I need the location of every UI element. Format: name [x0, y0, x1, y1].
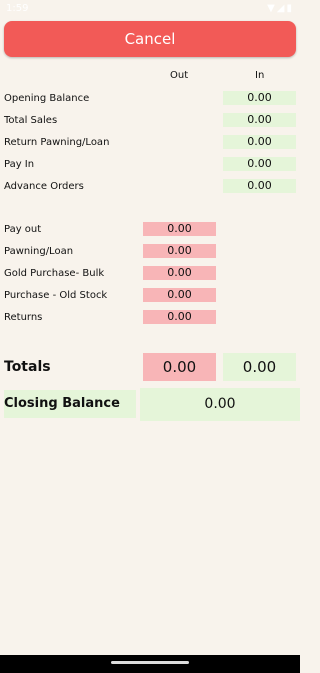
column-header-in: In: [255, 70, 265, 81]
navigation-bar: [0, 655, 300, 673]
closing-balance-value: 0.00: [140, 388, 300, 421]
row-label-return-pawning-loan: Return Pawning/Loan: [4, 137, 110, 148]
row-label-purchase-old-stock: Purchase - Old Stock: [4, 290, 108, 301]
column-header-out: Out: [170, 70, 189, 81]
value-purchase-old-stock: 0.00: [143, 288, 216, 302]
row-label-opening-balance: Opening Balance: [4, 93, 90, 104]
value-total-sales: 0.00: [223, 113, 296, 127]
value-pay-in: 0.00: [223, 157, 296, 171]
home-handle[interactable]: [111, 661, 189, 664]
value-pay-out: 0.00: [143, 222, 216, 236]
row-label-pawning-loan: Pawning/Loan: [4, 246, 74, 257]
row-label-gold-purchase-bulk: Gold Purchase- Bulk: [4, 268, 105, 279]
value-opening-balance: 0.00: [223, 91, 296, 105]
value-pawning-loan: 0.00: [143, 244, 216, 258]
row-label-pay-in: Pay In: [4, 159, 35, 170]
cancel-button[interactable]: Cancel: [4, 21, 296, 57]
row-label-pay-out: Pay out: [4, 224, 42, 235]
status-bar: 1:59 ▼◢▮: [0, 0, 300, 18]
row-label-returns: Returns: [4, 312, 43, 323]
totals-label: Totals: [4, 359, 51, 375]
total-in-value: 0.00: [223, 353, 296, 381]
row-label-total-sales: Total Sales: [4, 115, 58, 126]
value-advance-orders: 0.00: [223, 179, 296, 193]
row-label-advance-orders: Advance Orders: [4, 181, 84, 192]
total-out-value: 0.00: [143, 353, 216, 381]
closing-balance-label: Closing Balance: [4, 390, 136, 418]
value-returns: 0.00: [143, 310, 216, 324]
status-time: 1:59: [6, 3, 29, 14]
value-gold-purchase-bulk: 0.00: [143, 266, 216, 280]
status-icons: ▼◢▮: [267, 3, 294, 14]
value-return-pawning-loan: 0.00: [223, 135, 296, 149]
